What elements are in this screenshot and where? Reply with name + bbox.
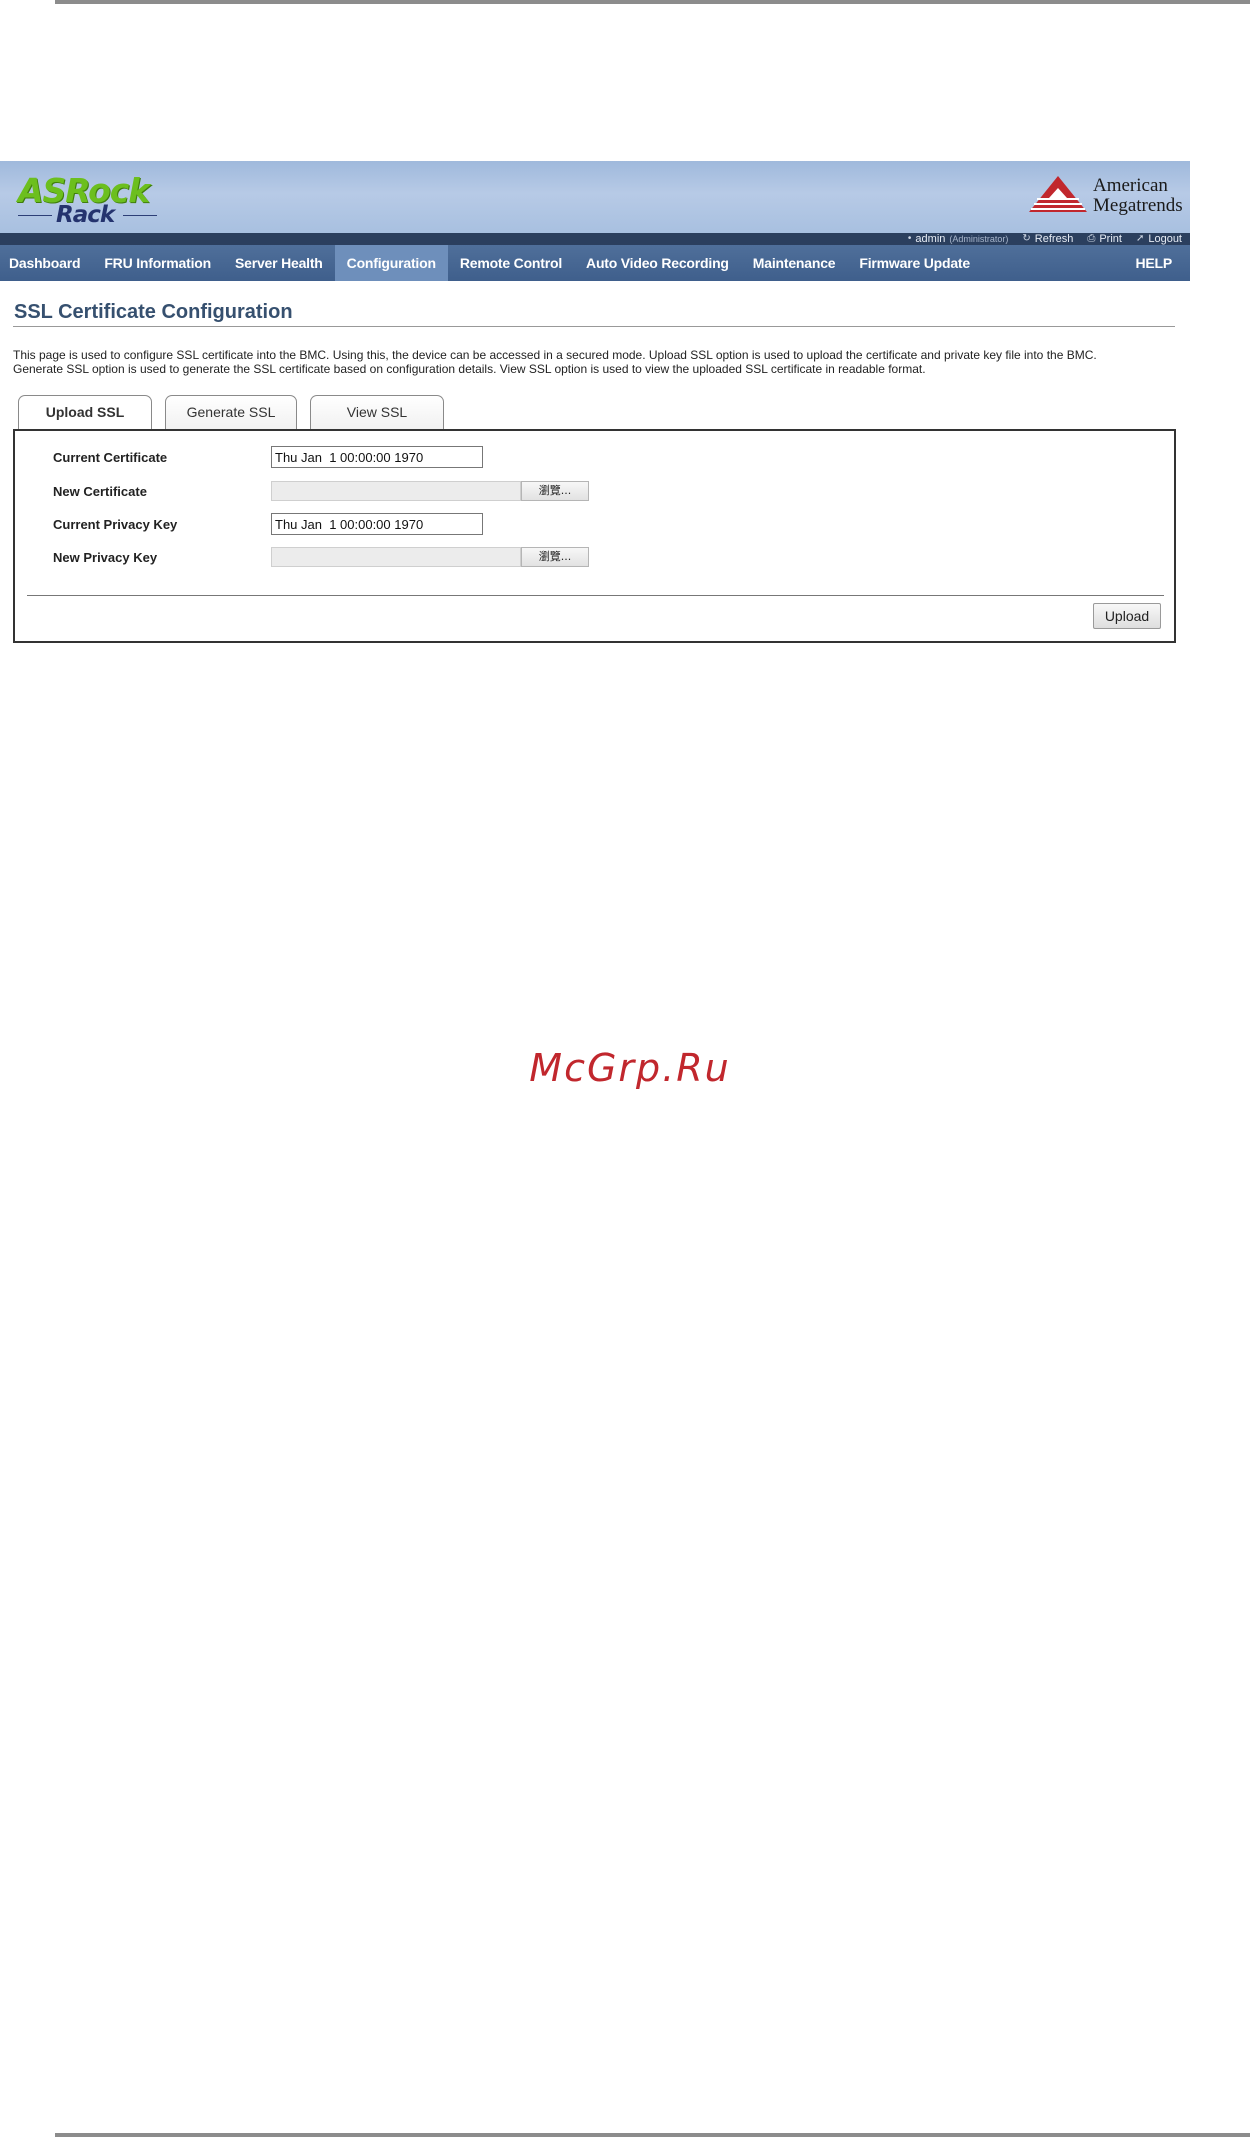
nav-item-fru-information[interactable]: FRU Information	[92, 245, 223, 281]
nav-item-server-health[interactable]: Server Health	[223, 245, 335, 281]
new-certificate-file-input: 瀏覽...	[271, 481, 589, 501]
print-link[interactable]: ⎙ Print	[1087, 233, 1122, 245]
page-top-rule	[55, 0, 1250, 4]
page-description: This page is used to configure SSL certi…	[13, 348, 1178, 376]
current-certificate-field[interactable]	[271, 446, 483, 468]
new-privacy-key-label: New Privacy Key	[53, 549, 158, 565]
logo-divider-left	[18, 215, 52, 216]
upload-button[interactable]: Upload	[1093, 603, 1161, 629]
user-role: (Administrator)	[949, 234, 1009, 244]
user-bar: • admin (Administrator) ↻ Refresh ⎙ Prin…	[0, 233, 1190, 245]
rack-logo: Rack	[56, 202, 115, 228]
refresh-label: Refresh	[1034, 233, 1074, 245]
current-privacy-key-row: Current Privacy Key	[53, 513, 483, 535]
logout-icon: ➚	[1135, 233, 1145, 244]
page-description-line1: This page is used to configure SSL certi…	[13, 348, 1097, 362]
new-certificate-row: New Certificate 瀏覽...	[53, 480, 589, 502]
watermark: McGrp.Ru	[529, 1046, 731, 1090]
new-certificate-browse-button[interactable]: 瀏覽...	[521, 481, 589, 501]
help-link[interactable]: HELP	[1123, 245, 1184, 281]
tab-view-ssl[interactable]: View SSL	[310, 395, 444, 429]
logo-divider-right	[123, 215, 157, 216]
header-banner: ASRock Rack American Megatrends	[0, 161, 1190, 233]
new-certificate-label: New Certificate	[53, 483, 147, 499]
tab-generate-ssl[interactable]: Generate SSL	[165, 395, 297, 429]
page-bottom-rule	[55, 2133, 1250, 2137]
new-privacy-key-path[interactable]	[271, 547, 521, 567]
refresh-icon: ↻	[1022, 233, 1031, 244]
page-description-line2: Generate SSL option is used to generate …	[13, 362, 926, 376]
nav-item-remote-control[interactable]: Remote Control	[448, 245, 574, 281]
bmc-window: ASRock Rack American Megatrends • admin …	[0, 161, 1190, 643]
logout-label: Logout	[1148, 233, 1182, 245]
main-nav: Dashboard FRU Information Server Health …	[0, 245, 1190, 281]
logout-link[interactable]: ➚ Logout	[1136, 233, 1182, 245]
tab-upload-ssl[interactable]: Upload SSL	[18, 395, 152, 430]
current-privacy-key-field[interactable]	[271, 513, 483, 535]
new-privacy-key-file-input: 瀏覽...	[271, 547, 589, 567]
current-certificate-label: Current Certificate	[53, 449, 168, 465]
nav-item-dashboard[interactable]: Dashboard	[0, 245, 92, 281]
nav-item-auto-video-recording[interactable]: Auto Video Recording	[574, 245, 741, 281]
nav-item-firmware-update[interactable]: Firmware Update	[847, 245, 982, 281]
current-certificate-row: Current Certificate	[53, 446, 483, 468]
nav-item-maintenance[interactable]: Maintenance	[741, 245, 848, 281]
upload-ssl-panel: Current Certificate New Certificate 瀏覽..…	[13, 429, 1176, 643]
ssl-tabs: Upload SSL Generate SSL View SSL	[18, 395, 444, 430]
page-title: SSL Certificate Configuration	[14, 301, 293, 323]
nav-item-configuration[interactable]: Configuration	[334, 245, 448, 281]
vendor-name-line1: American	[1093, 175, 1168, 196]
bullet-icon: •	[907, 233, 912, 244]
user-name: admin	[915, 233, 946, 245]
title-divider	[13, 326, 1175, 327]
new-privacy-key-browse-button[interactable]: 瀏覽...	[521, 547, 589, 567]
current-privacy-key-label: Current Privacy Key	[53, 516, 178, 532]
print-label: Print	[1099, 233, 1122, 245]
ami-logo-icon	[1029, 176, 1087, 212]
print-icon: ⎙	[1087, 233, 1096, 244]
vendor-name-line2: Megatrends	[1093, 195, 1183, 216]
vendor-name: American Megatrends	[1093, 176, 1183, 216]
panel-divider	[27, 595, 1164, 596]
new-certificate-path[interactable]	[271, 481, 521, 501]
new-privacy-key-row: New Privacy Key 瀏覽...	[53, 546, 589, 568]
current-user: • admin (Administrator)	[908, 233, 1009, 245]
refresh-link[interactable]: ↻ Refresh	[1022, 233, 1073, 245]
